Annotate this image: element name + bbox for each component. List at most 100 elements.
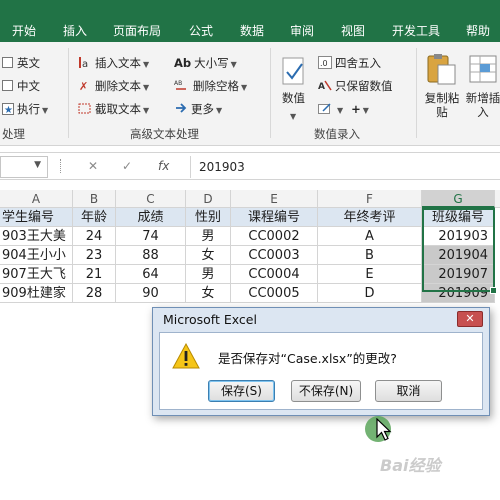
tab-developer[interactable]: 开发工具 — [392, 24, 440, 38]
table-cell[interactable]: 909杜建家 — [0, 284, 73, 303]
table-cell[interactable]: 904王小小 — [0, 246, 73, 265]
case-button[interactable]: Ab 大小写 ▼ — [174, 56, 237, 72]
dont-save-button[interactable]: 不保存(N) — [291, 380, 361, 402]
numeric-label: 数值 — [282, 91, 305, 105]
table-cell[interactable]: 90 — [116, 284, 186, 303]
numeric-tools-button[interactable]: ▼ + ▼ — [318, 102, 369, 118]
tab-home[interactable]: 开始 — [12, 24, 36, 38]
column-header-e[interactable]: E — [231, 190, 318, 208]
table-cell[interactable]: CC0003 — [231, 246, 318, 265]
table-cell[interactable]: 女 — [186, 246, 231, 265]
tab-help[interactable]: 帮助 — [466, 24, 490, 38]
keep-numeric-button[interactable]: A 只保留数值 — [318, 79, 393, 93]
table-cell[interactable]: 24 — [73, 227, 116, 246]
selected-cell[interactable]: 201907 — [422, 265, 495, 284]
table-cell[interactable]: 88 — [116, 246, 186, 265]
fx-icon[interactable]: fx — [158, 153, 169, 180]
close-icon[interactable]: ✕ — [457, 311, 483, 327]
column-header-extra — [495, 190, 500, 208]
column-header-c[interactable]: C — [116, 190, 186, 208]
column-header-a[interactable]: A — [0, 190, 73, 208]
name-box[interactable]: ▼ — [0, 156, 48, 178]
delete-text-label: 删除文本 — [95, 79, 141, 93]
formula-bar-grip[interactable] — [60, 159, 62, 173]
column-header-f[interactable]: F — [318, 190, 422, 208]
delete-text-button[interactable]: ✗ 删除文本 ▼ — [78, 79, 149, 95]
table-cell[interactable]: 男 — [186, 265, 231, 284]
cancel-button[interactable]: 取消 — [375, 380, 442, 402]
tab-data[interactable]: 数据 — [240, 24, 264, 38]
round-icon: .0 — [318, 56, 332, 69]
table-cell[interactable]: 23 — [73, 246, 116, 265]
insert-text-button[interactable]: a 插入文本 ▼ — [78, 56, 149, 72]
table-cell[interactable]: CC0005 — [231, 284, 318, 303]
mouse-cursor-icon — [376, 418, 392, 441]
dropdown-arrow-icon: ▼ — [337, 106, 344, 115]
execute-button[interactable]: ★ 执行 ▼ — [2, 102, 48, 118]
tab-review[interactable]: 审阅 — [290, 24, 314, 38]
dialog-title: Microsoft Excel — [163, 312, 257, 327]
selected-cell[interactable]: 201909 — [422, 284, 495, 303]
keep-numeric-icon: A — [318, 79, 332, 92]
plus-icon[interactable]: + — [351, 102, 361, 116]
table-header-cell[interactable]: 学生编号 — [0, 208, 73, 227]
table-cell[interactable]: 男 — [186, 227, 231, 246]
copy-paste-icon[interactable] — [424, 52, 460, 88]
table-header-cell[interactable]: 成绩 — [116, 208, 186, 227]
checkbox-icon — [2, 57, 13, 68]
extract-text-icon — [78, 102, 92, 115]
tab-insert[interactable]: 插入 — [63, 24, 87, 38]
svg-text:.0: .0 — [320, 59, 328, 68]
formula-bar: ▼ ✕ ✓ fx 201903 — [0, 152, 500, 180]
copy-paste-button[interactable]: 复制粘贴 — [422, 91, 462, 119]
save-button[interactable]: 保存(S) — [208, 380, 275, 402]
table-cell[interactable]: 64 — [116, 265, 186, 284]
tab-formulas[interactable]: 公式 — [189, 24, 213, 38]
table-header-cell[interactable]: 年终考评 — [318, 208, 422, 227]
english-option[interactable]: 英文 — [2, 56, 40, 70]
active-cell[interactable]: 201903 — [422, 227, 495, 246]
dialog-message: 是否保存对“Case.xlsx”的更改? — [218, 351, 397, 366]
column-header-g[interactable]: G — [422, 190, 495, 208]
table-cell[interactable]: CC0004 — [231, 265, 318, 284]
table-cell[interactable]: D — [318, 284, 422, 303]
formula-input[interactable]: 201903 — [190, 156, 500, 178]
numeric-icon[interactable] — [280, 56, 310, 92]
table-header-cell[interactable]: 年龄 — [73, 208, 116, 227]
table-cell[interactable]: 903王大美 — [0, 227, 73, 246]
group-label-left: 处理 — [2, 127, 25, 141]
confirm-icon[interactable]: ✓ — [122, 153, 132, 180]
numeric-button[interactable]: 数值 — [282, 91, 305, 105]
more-label: 更多 — [191, 102, 214, 116]
selected-cell[interactable]: 201904 — [422, 246, 495, 265]
table-cell[interactable]: 74 — [116, 227, 186, 246]
column-header-b[interactable]: B — [73, 190, 116, 208]
table-header-cell[interactable]: 班级编号 — [422, 208, 495, 227]
extract-text-button[interactable]: 截取文本 ▼ — [78, 102, 149, 118]
table-cell[interactable]: A — [318, 227, 422, 246]
cancel-icon[interactable]: ✕ — [88, 153, 98, 180]
table-cell[interactable]: B — [318, 246, 422, 265]
svg-text:AB: AB — [174, 80, 182, 87]
table-cell[interactable]: CC0002 — [231, 227, 318, 246]
new-insert-button[interactable]: 新增插入 — [463, 91, 500, 119]
tab-page-layout[interactable]: 页面布局 — [113, 24, 161, 38]
tab-view[interactable]: 视图 — [341, 24, 365, 38]
remove-spaces-button[interactable]: AB 删除空格 ▼ — [174, 79, 247, 95]
table-cell[interactable]: E — [318, 265, 422, 284]
table-cell[interactable]: 28 — [73, 284, 116, 303]
more-button[interactable]: 更多 ▼ — [174, 102, 222, 118]
dropdown-arrow-icon[interactable]: ▼ — [288, 108, 296, 124]
round-button[interactable]: .0 四舍五入 — [318, 56, 381, 70]
chevron-down-icon[interactable]: ▼ — [34, 160, 41, 170]
table-header-cell[interactable]: 性别 — [186, 208, 231, 227]
table-cell[interactable]: 907王大飞 — [0, 265, 73, 284]
group-label-numeric: 数值录入 — [314, 127, 360, 141]
table-header-cell[interactable]: 课程编号 — [231, 208, 318, 227]
column-header-d[interactable]: D — [186, 190, 231, 208]
dropdown-arrow-icon: ▼ — [143, 83, 150, 92]
table-cell[interactable]: 21 — [73, 265, 116, 284]
new-insert-icon[interactable] — [468, 52, 500, 88]
table-cell[interactable]: 女 — [186, 284, 231, 303]
chinese-option[interactable]: 中文 — [2, 79, 40, 93]
